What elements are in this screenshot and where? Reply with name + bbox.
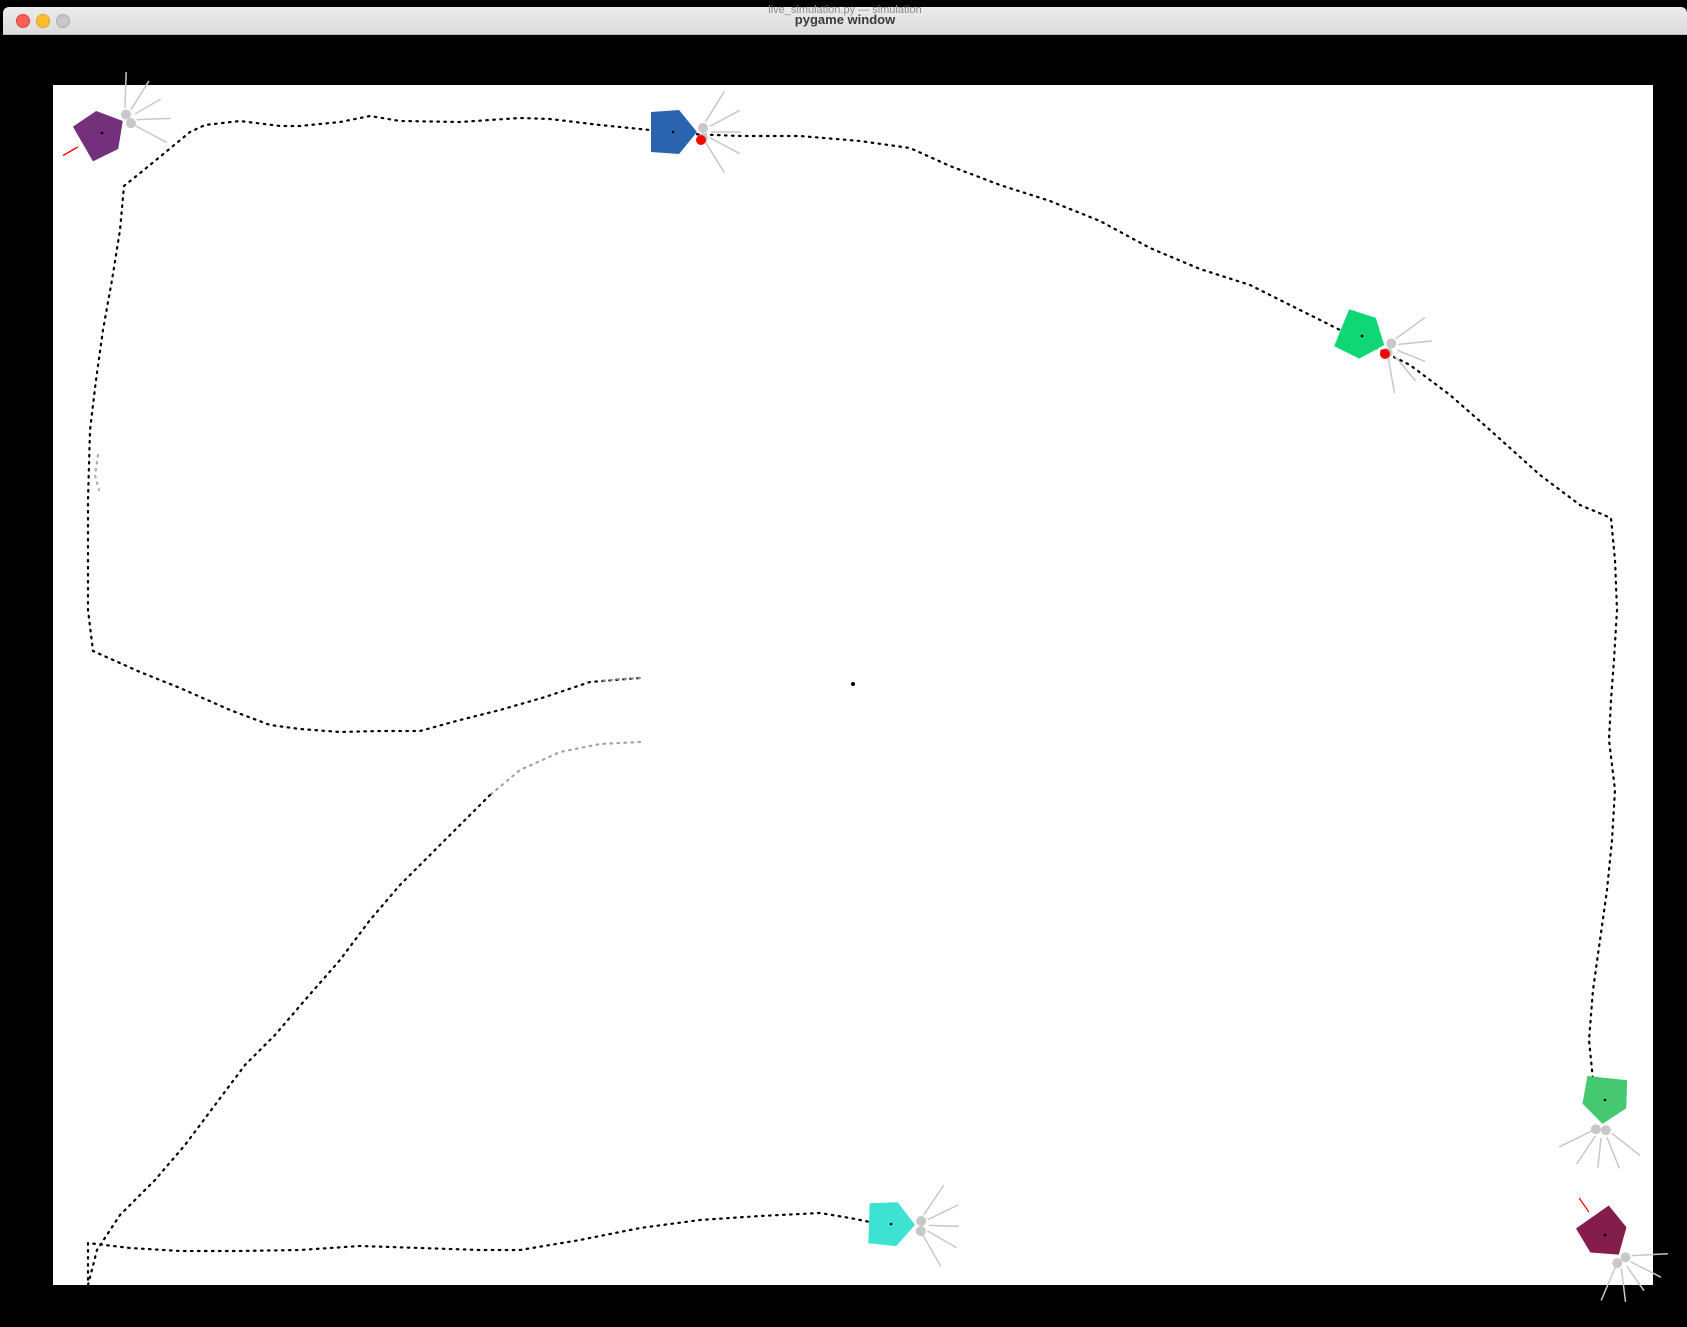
sensor-node (1600, 1125, 1611, 1136)
sensor-whisker (1558, 1130, 1592, 1148)
sensor-whisker (709, 136, 740, 155)
sensor-whisker (922, 1234, 942, 1267)
sensor-node (1590, 1124, 1601, 1135)
sensor-whisker (1626, 1265, 1645, 1292)
sensor-whisker (927, 1230, 958, 1249)
sensor-whisker (130, 80, 150, 111)
robot-trail-faded-upper (598, 676, 642, 683)
sensor-whisker (1630, 1261, 1662, 1278)
robot-green (1334, 309, 1432, 394)
robot-cyan (868, 1184, 959, 1267)
robot-purple (62, 72, 171, 162)
robot-trail-faded-left (93, 453, 101, 492)
sensor-whisker (1395, 316, 1426, 340)
pygame-window: live_simulation.py — simulation pygame w… (0, 0, 1687, 1327)
sensor-whisker (124, 72, 127, 109)
robot-trail-main (86, 114, 692, 734)
sensor-whisker (928, 1224, 959, 1228)
heading-tail (62, 146, 79, 157)
sensor-whisker (709, 109, 740, 128)
contact-marker (696, 135, 706, 145)
sensor-whisker (1387, 357, 1396, 394)
simulation-canvas (62, 72, 1668, 1303)
robot-trail-lower-faded (488, 740, 642, 797)
sensor-whisker (1597, 1137, 1602, 1168)
sensor-node (698, 123, 708, 133)
robot-maroon (1575, 1197, 1668, 1303)
sensor-whisker (704, 90, 726, 123)
sensor-whisker (1575, 1135, 1597, 1165)
sensor-whisker (923, 1184, 945, 1216)
sensor-whisker (134, 124, 168, 144)
heading-tail (1578, 1197, 1590, 1213)
sensor-whisker (1606, 1136, 1621, 1169)
robot-blue (651, 90, 741, 174)
robot-mint-green (1558, 1076, 1641, 1169)
robot-center-dot (671, 130, 675, 134)
sensor-whisker (1611, 1132, 1641, 1157)
arena-center-marker (851, 682, 855, 686)
sensor-whisker (704, 141, 726, 174)
sensor-whisker (1600, 1267, 1616, 1301)
sensor-node (916, 1216, 927, 1227)
sensor-whisker (134, 98, 162, 115)
robot-trail-right (688, 132, 1619, 1092)
sensor-node (915, 1226, 926, 1237)
sensor-whisker (927, 1204, 959, 1221)
robot-trail-lower (86, 793, 892, 1286)
sensor-whisker (1631, 1253, 1668, 1257)
